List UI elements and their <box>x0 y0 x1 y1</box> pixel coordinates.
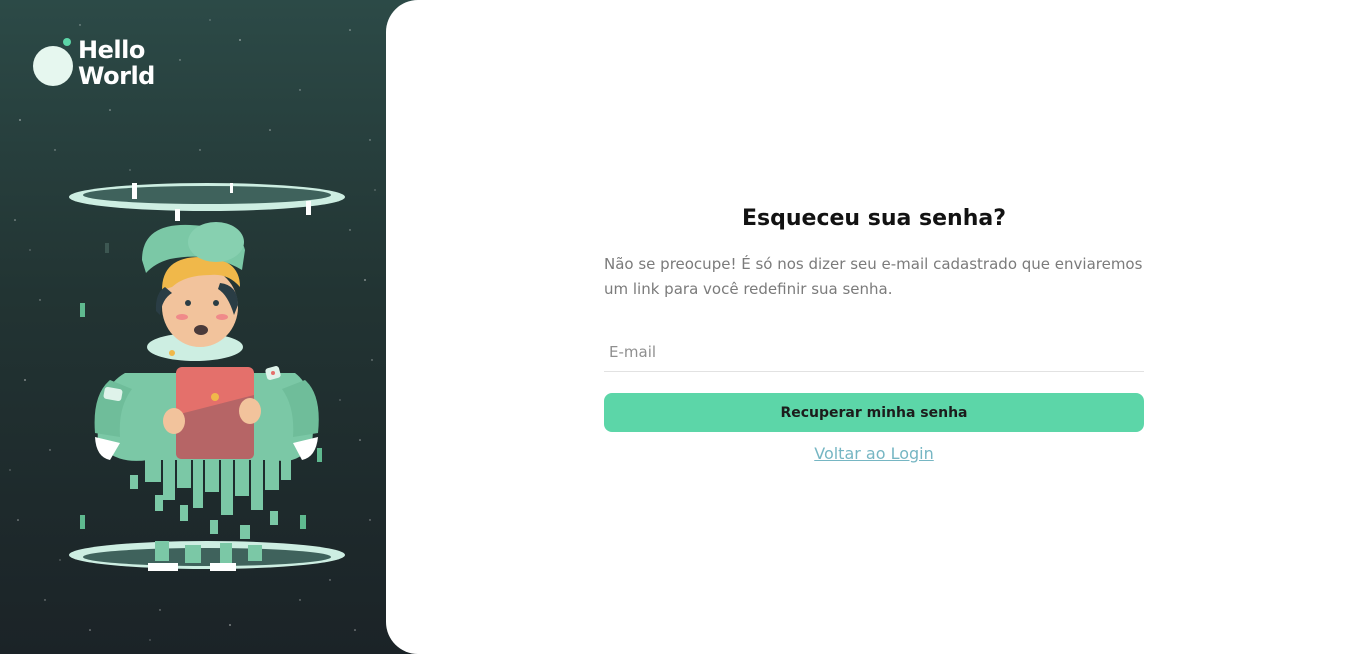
brand-logo[interactable]: Hello World <box>33 37 183 93</box>
logo-dot-icon <box>63 38 71 46</box>
email-field[interactable] <box>604 332 1144 372</box>
recover-password-button[interactable]: Recuperar minha senha <box>604 393 1144 432</box>
logo-wordmark: Hello World <box>78 37 155 89</box>
logo-line-2: World <box>78 62 155 90</box>
forgot-password-page: Hello World Esqueceu sua senha? Não se p… <box>0 0 1361 654</box>
logo-line-1: Hello <box>78 36 145 64</box>
logo-circle-icon <box>33 46 73 86</box>
page-title: Esqueceu sua senha? <box>742 206 1006 231</box>
back-to-login-link[interactable]: Voltar ao Login <box>604 444 1144 463</box>
teleporting-astronaut-illustration <box>69 183 345 571</box>
forgot-password-form: Esqueceu sua senha? Não se preocupe! É s… <box>604 202 1144 463</box>
instructions-text: Não se preocupe! É só nos dizer seu e-ma… <box>604 255 1143 298</box>
form-panel: Esqueceu sua senha? Não se preocupe! É s… <box>386 0 1361 654</box>
